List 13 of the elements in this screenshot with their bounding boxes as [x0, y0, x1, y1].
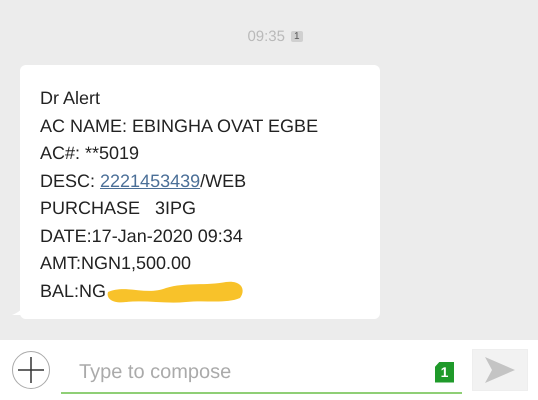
sim-indicator: 1 — [290, 30, 303, 42]
message-line: DESC: 2221453439/WEB — [40, 170, 248, 192]
message-line: AMT:NGN1,500.00 — [40, 252, 192, 275]
phone-link[interactable]: 2221453439 — [100, 170, 200, 190]
sim-badge[interactable]: 1 — [435, 362, 454, 382]
message-line: AC#: **5019 — [40, 142, 140, 165]
send-icon — [484, 356, 516, 384]
message-line: PURCHASE 3IPG — [40, 197, 198, 220]
add-icon[interactable] — [11, 350, 51, 390]
message-line: Dr Alert — [40, 87, 102, 110]
message-line: DATE:17-Jan-2020 09:34 — [40, 224, 244, 248]
message-line: AC NAME: EBINGHA OVAT EGBE — [40, 114, 320, 138]
message-line: BAL:NG — [40, 280, 106, 303]
